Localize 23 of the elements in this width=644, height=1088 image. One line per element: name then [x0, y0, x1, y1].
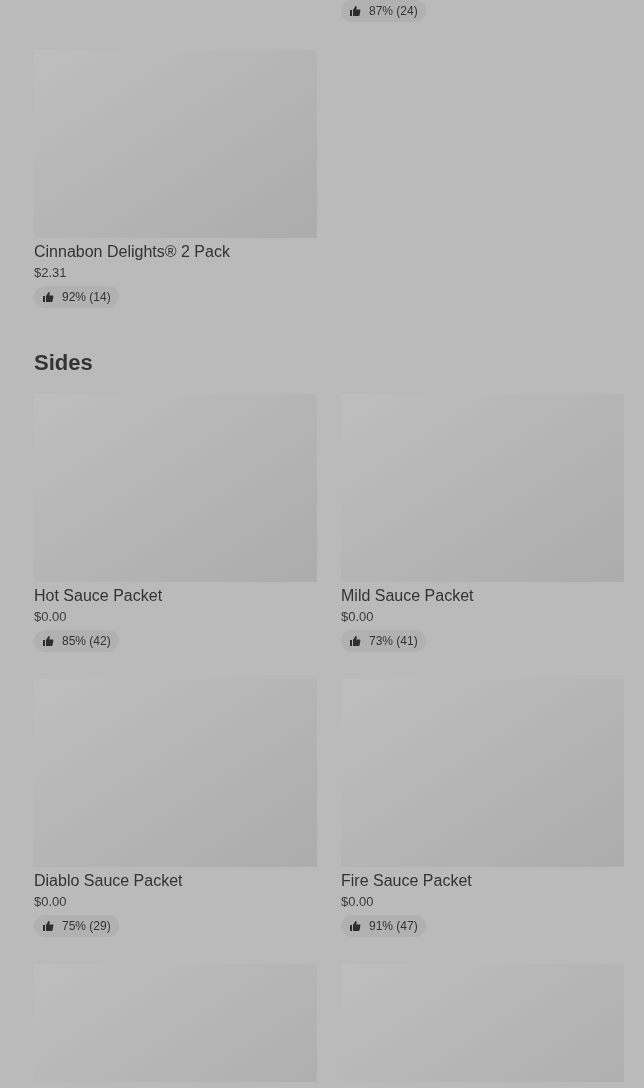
thumbs-up-icon [42, 291, 54, 303]
item-name: Mild Sauce Packet [341, 586, 475, 606]
section-heading: Sides [34, 349, 94, 377]
item-price: $0.00 [341, 608, 375, 626]
item-price: $2.31 [34, 264, 68, 282]
rating-badge: 85% (42) [34, 630, 119, 652]
rating-badge: 73% (41) [341, 630, 426, 652]
item-price: $0.00 [34, 608, 68, 626]
item-name: Hot Sauce Packet [34, 586, 164, 606]
rating-badge: 75% (29) [34, 915, 119, 937]
thumbs-up-icon [42, 635, 54, 647]
thumbs-up-icon [349, 920, 361, 932]
rating-badge: 91% (47) [341, 915, 426, 937]
thumbs-up-icon [42, 920, 54, 932]
item-price: $0.00 [34, 893, 68, 911]
item-name: Cinnabon Delights® 2 Pack [34, 242, 231, 262]
thumbs-up-icon [349, 5, 361, 17]
rating-badge: 87% (24) [341, 0, 426, 22]
item-name: Fire Sauce Packet [341, 871, 473, 891]
rating-badge: 92% (14) [34, 286, 119, 308]
item-name: Diablo Sauce Packet [34, 871, 184, 891]
item-price: $0.00 [341, 893, 375, 911]
thumbs-up-icon [349, 635, 361, 647]
